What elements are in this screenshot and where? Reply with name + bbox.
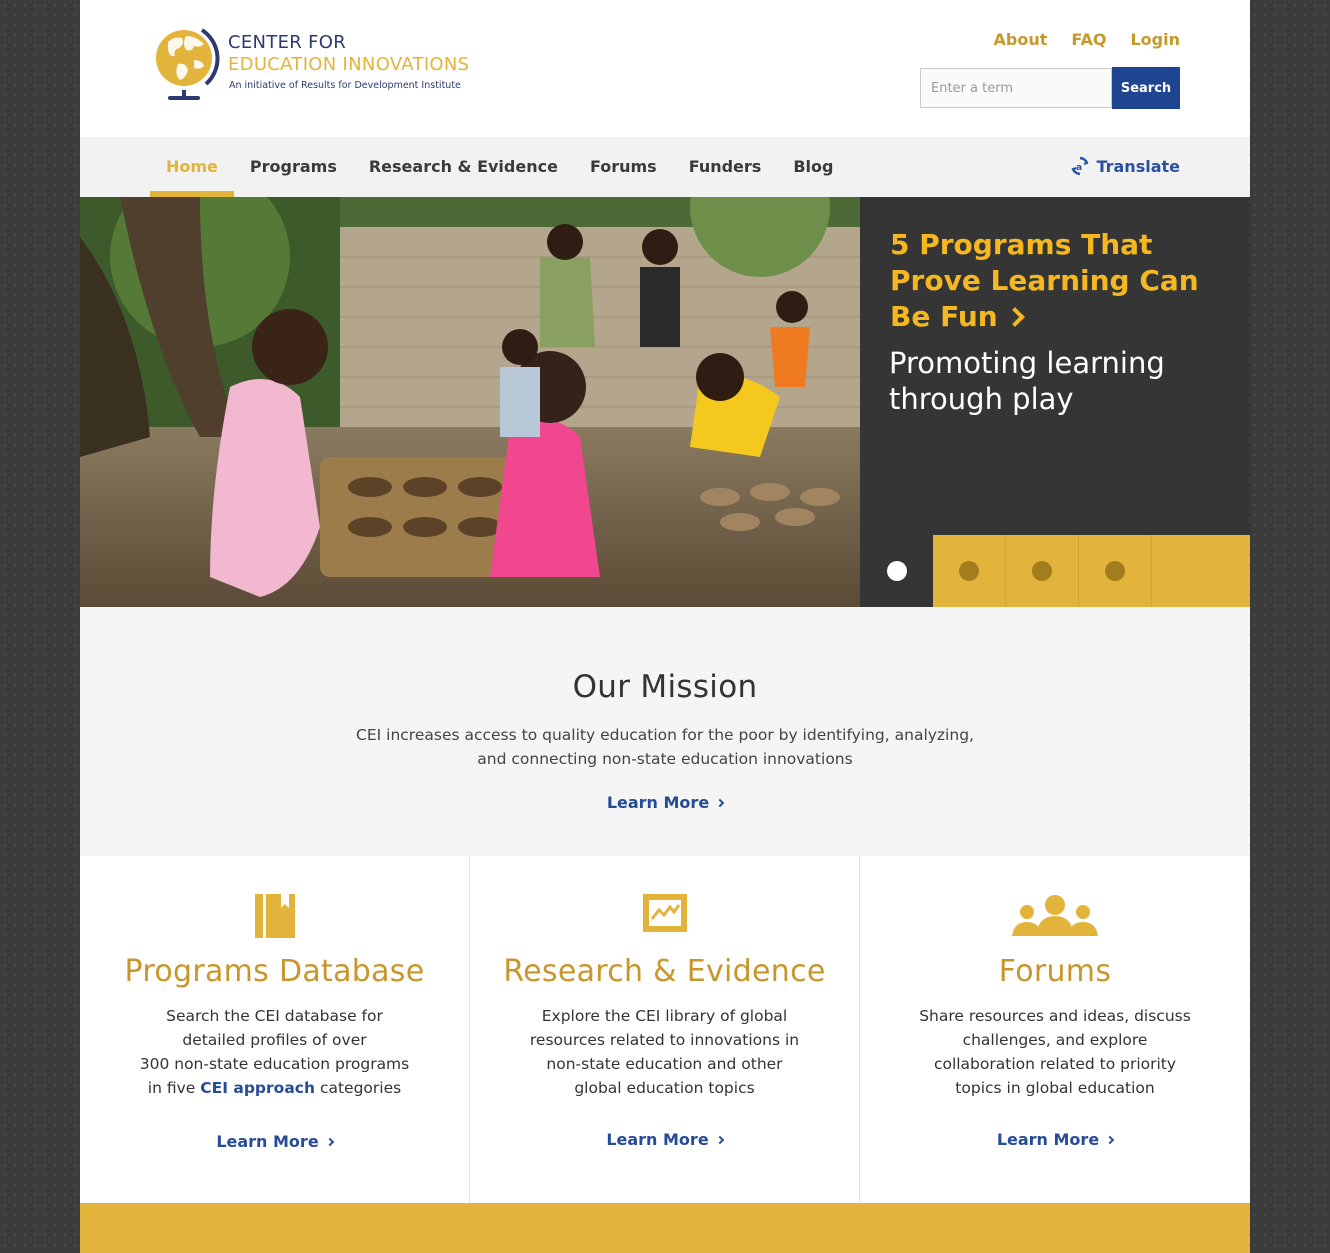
hero-title-text: 5 Programs That Prove Learning Can Be Fu… bbox=[890, 228, 1199, 333]
about-link[interactable]: About bbox=[994, 30, 1048, 49]
book-icon bbox=[254, 894, 295, 938]
slider-pagination bbox=[860, 535, 1250, 607]
faq-link[interactable]: FAQ bbox=[1071, 30, 1106, 49]
nav-item-funders[interactable]: Funders bbox=[673, 137, 778, 197]
login-link[interactable]: Login bbox=[1130, 30, 1180, 49]
hero-photo-illustration bbox=[80, 197, 860, 607]
search-button[interactable]: Search bbox=[1112, 67, 1180, 109]
nav-item-home[interactable]: Home bbox=[150, 137, 234, 197]
research-evidence-card: Research & Evidence Explore the CEI libr… bbox=[470, 856, 860, 1203]
chevron-right-icon bbox=[715, 798, 725, 808]
mission-text-line2: and connecting non-state education innov… bbox=[477, 750, 853, 768]
forums-title: Forums bbox=[998, 954, 1112, 989]
mission-learn-more-link[interactable]: Learn More bbox=[606, 793, 725, 812]
nav-item-programs[interactable]: Programs bbox=[234, 137, 353, 197]
learn-more-label: Learn More bbox=[996, 1130, 1100, 1149]
main-nav: Home Programs Research & Evidence Forums… bbox=[80, 137, 1250, 197]
cei-approach-link[interactable]: CEI approach bbox=[200, 1079, 315, 1097]
text-line: collaboration related to priority bbox=[933, 1055, 1177, 1073]
dot-icon bbox=[1032, 561, 1052, 581]
mission-text-line1: CEI increases access to quality educatio… bbox=[356, 726, 974, 744]
text-prefix: in five bbox=[147, 1079, 201, 1097]
people-icon bbox=[1012, 895, 1098, 936]
slide-dot-1[interactable] bbox=[860, 535, 933, 607]
hero-subtitle: Promoting learning through play bbox=[889, 346, 1165, 416]
svg-text:a: a bbox=[1076, 163, 1082, 173]
chevron-right-icon bbox=[1004, 307, 1025, 327]
research-learn-more-link[interactable]: Learn More bbox=[470, 1130, 859, 1149]
text-line: global education topics bbox=[574, 1079, 755, 1097]
page: CENTER FOR EDUCATION INNOVATIONS An init… bbox=[80, 0, 1250, 1253]
forums-card: Forums Share resources and ideas, discus… bbox=[860, 856, 1250, 1203]
logo-line1: CENTER FOR bbox=[228, 32, 347, 53]
programs-database-card: Programs Database Search the CEI databas… bbox=[80, 856, 470, 1203]
hero-photo[interactable] bbox=[80, 197, 860, 607]
translate-icon: a bbox=[1071, 156, 1090, 176]
text-line: non-state education and other bbox=[546, 1055, 783, 1073]
text-line: Explore the CEI library of global bbox=[541, 1007, 788, 1025]
search-input[interactable] bbox=[920, 68, 1112, 108]
site-logo[interactable]: CENTER FOR EDUCATION INNOVATIONS An init… bbox=[150, 20, 480, 102]
nav-item-research-evidence[interactable]: Research & Evidence bbox=[353, 137, 574, 197]
research-evidence-text: Explore the CEI library of global resour… bbox=[525, 1004, 804, 1100]
nav-item-blog[interactable]: Blog bbox=[777, 137, 849, 197]
hero-caption-panel: 5 Programs That Prove Learning Can Be Fu… bbox=[860, 197, 1250, 535]
hero-slider: 5 Programs That Prove Learning Can Be Fu… bbox=[80, 197, 1250, 607]
text-line: 300 non-state education programs bbox=[139, 1055, 410, 1073]
programs-database-title: Programs Database bbox=[124, 954, 425, 989]
mission-text: CEI increases access to quality educatio… bbox=[355, 723, 975, 771]
text-line: Search the CEI database for bbox=[166, 1007, 383, 1025]
text-line: resources related to innovations in bbox=[529, 1031, 800, 1049]
site-header: CENTER FOR EDUCATION INNOVATIONS An init… bbox=[80, 0, 1250, 137]
text-line: Share resources and ideas, discuss bbox=[919, 1007, 1191, 1025]
dot-icon bbox=[959, 561, 979, 581]
dot-icon bbox=[1105, 561, 1125, 581]
text-line: in five CEI approach categories bbox=[135, 1076, 414, 1100]
logo-tagline: An initiative of Results for Development… bbox=[229, 80, 461, 91]
chart-icon bbox=[642, 894, 687, 932]
text-suffix: categories bbox=[315, 1079, 402, 1097]
translate-label: Translate bbox=[1096, 156, 1180, 176]
translate-button[interactable]: a Translate bbox=[1070, 156, 1180, 176]
mission-title: Our Mission bbox=[572, 669, 758, 705]
learn-more-label: Learn More bbox=[606, 1130, 709, 1149]
learn-more-label: Learn More bbox=[216, 1132, 319, 1151]
dot-icon bbox=[886, 561, 907, 581]
hero-title[interactable]: 5 Programs That Prove Learning Can Be Fu… bbox=[890, 227, 1210, 335]
mission-section: Our Mission CEI increases access to qual… bbox=[80, 607, 1250, 856]
slide-dot-2[interactable] bbox=[933, 535, 1006, 607]
text-line: topics in global education bbox=[955, 1079, 1155, 1097]
nav-item-forums[interactable]: Forums bbox=[574, 137, 673, 197]
text-line: challenges, and explore bbox=[962, 1031, 1148, 1049]
chevron-right-icon bbox=[1105, 1135, 1115, 1145]
logo-line2: EDUCATION INNOVATIONS bbox=[228, 54, 470, 75]
chevron-right-icon bbox=[715, 1135, 724, 1145]
search-form: Search bbox=[920, 67, 1180, 109]
programs-database-text: Search the CEI database for detailed pro… bbox=[135, 1004, 414, 1100]
slide-dot-3[interactable] bbox=[1006, 535, 1079, 607]
programs-learn-more-link[interactable]: Learn More bbox=[80, 1132, 469, 1151]
forums-learn-more-link[interactable]: Learn More bbox=[860, 1130, 1250, 1149]
chevron-right-icon bbox=[325, 1137, 334, 1147]
learn-more-label: Learn More bbox=[606, 793, 710, 812]
footer-band bbox=[80, 1203, 1250, 1253]
text-line: detailed profiles of over bbox=[182, 1031, 367, 1049]
top-links: About FAQ Login bbox=[994, 30, 1180, 49]
slide-dot-4[interactable] bbox=[1079, 535, 1152, 607]
globe-logo-icon bbox=[156, 28, 220, 100]
forums-text: Share resources and ideas, discuss chall… bbox=[915, 1004, 1195, 1100]
feature-columns: Programs Database Search the CEI databas… bbox=[80, 856, 1250, 1203]
research-evidence-title: Research & Evidence bbox=[503, 954, 826, 989]
